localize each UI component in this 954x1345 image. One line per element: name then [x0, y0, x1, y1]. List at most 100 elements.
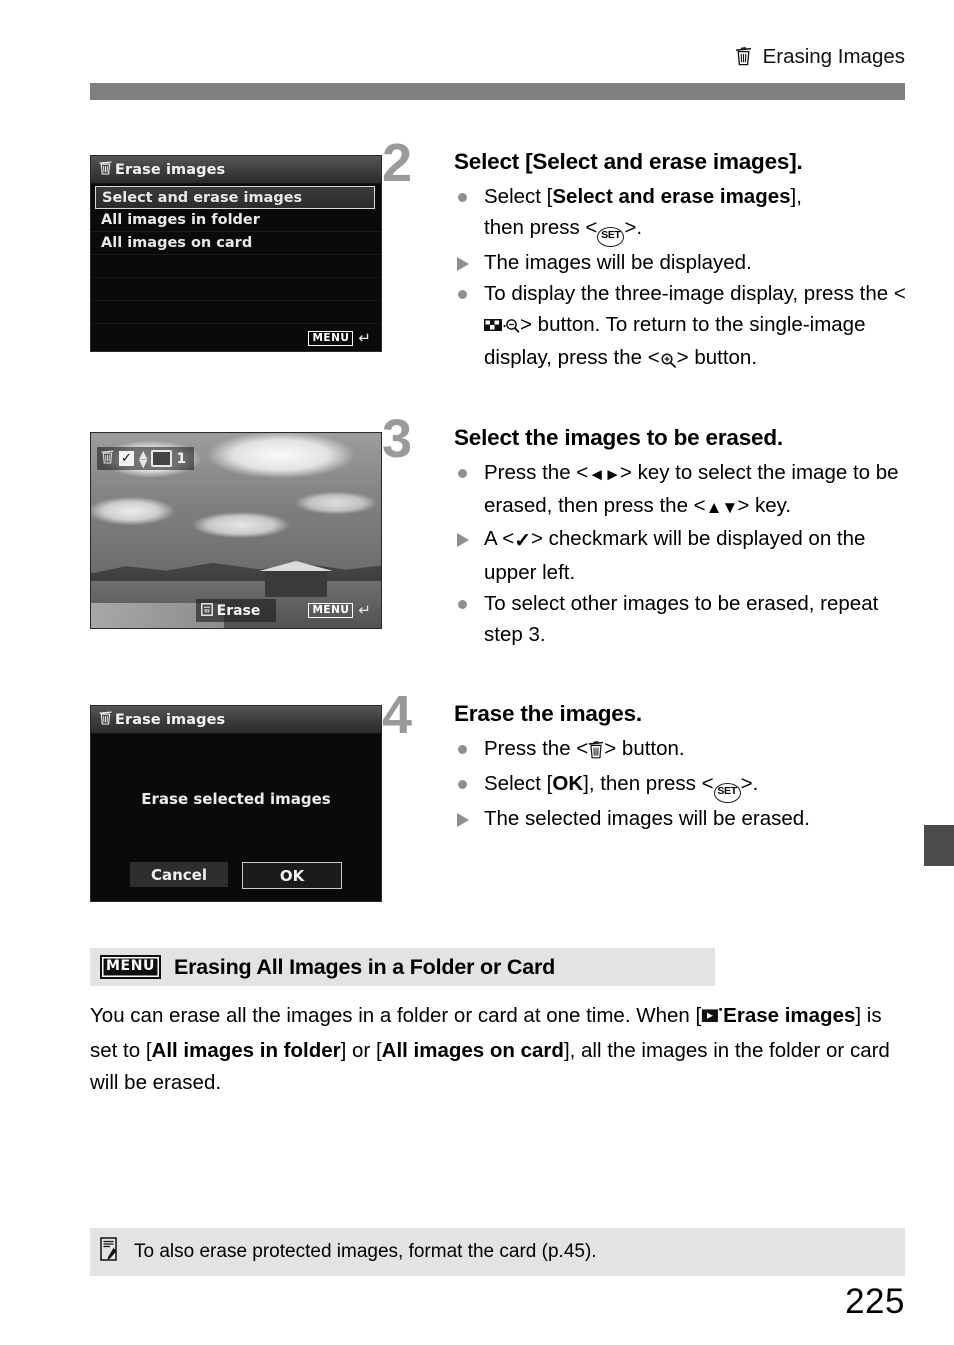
ok-button[interactable]: OK	[242, 862, 342, 889]
screen-titlebar: Erase images	[91, 706, 381, 734]
step-3: 3 Select the images to be erased. Press …	[382, 412, 916, 650]
checkmark-icon: ✓	[514, 530, 531, 552]
playback-menu-icon	[701, 1003, 723, 1035]
chapter-edge-tab	[924, 825, 954, 866]
screen-title: Erase images	[115, 161, 226, 178]
return-arrow-icon: ↵	[358, 601, 371, 619]
magnify-zoom-in-icon	[660, 346, 677, 377]
section-title: Erasing All Images in a Folder or Card	[173, 954, 556, 979]
menu-row-empty	[91, 255, 381, 278]
trash-icon	[101, 449, 114, 468]
menu-item-select-and-erase[interactable]: Select and erase images	[95, 186, 375, 209]
text-run-bold: All images in folder	[151, 1039, 341, 1062]
text-run: > checkmark will be displayed on the upp…	[484, 527, 866, 584]
menu-badge: MENU	[100, 955, 161, 979]
text-run: Select [	[484, 185, 553, 208]
bullet-item: The images will be displayed.	[454, 247, 916, 278]
text-run: Press the <	[484, 461, 589, 484]
text-run: > key.	[737, 494, 792, 517]
cancel-button[interactable]: Cancel	[130, 862, 228, 887]
text-run-bold: Erase images	[723, 1004, 856, 1027]
step-number: 4	[382, 685, 413, 745]
text-run-bold: Select and erase images	[552, 185, 791, 208]
step-bullet-list: Press the < > button. Select [OK], then p…	[454, 733, 916, 834]
step-4: 4 Erase the images. Press the < > button.…	[382, 688, 916, 834]
text-run: ],	[790, 185, 802, 208]
selection-overlay: ✓ ▲ ▼ 1	[97, 447, 195, 470]
text-run: then press <	[484, 216, 598, 239]
erase-button-icon	[200, 601, 213, 620]
text-run-bold: All images on card	[381, 1039, 564, 1062]
running-header: Erasing Images	[90, 44, 905, 73]
text-run-bold: OK	[552, 772, 584, 795]
menu-list: Select and erase images All images in fo…	[91, 184, 381, 324]
up-down-arrows-icon: ▲▼	[139, 447, 148, 470]
screen-titlebar: Erase images	[91, 156, 381, 184]
header-rule	[90, 83, 905, 100]
camera-screen-image-select: ✓ ▲ ▼ 1 Erase MENU ↵	[90, 432, 382, 629]
dialog-buttons: Cancel OK	[91, 862, 381, 889]
photo-footer: Erase MENU ↵	[91, 599, 381, 622]
text-run: Select [	[484, 772, 553, 795]
menu-badge: MENU	[308, 330, 354, 346]
bullet-item: To select other images to be erased, rep…	[454, 588, 916, 650]
step-number: 3	[382, 409, 413, 469]
bullet-item: Select [OK], then press < SET >.	[454, 768, 916, 803]
bullet-item: The selected images will be erased.	[454, 803, 916, 834]
erase-hint: Erase	[195, 599, 277, 622]
screen-footer: MENU ↵	[91, 325, 381, 351]
step-title: Select [Select and erase images].	[454, 149, 803, 174]
index-zoom-out-icon	[484, 311, 520, 342]
up-down-arrows-icon: ▲▼	[705, 498, 739, 517]
erase-label: Erase	[216, 602, 261, 619]
text-run: The selected images will be erased.	[484, 807, 810, 830]
bullet-item: To display the three-image display, pres…	[454, 278, 916, 377]
note-text: To also erase protected images, format t…	[134, 1241, 597, 1262]
text-run: ], then press <	[583, 772, 714, 795]
text-run: >.	[740, 772, 759, 795]
text-run: Press the <	[484, 737, 589, 760]
bullet-item: Select [Select and erase images], then p…	[454, 181, 916, 247]
text-run: To select other images to be erased, rep…	[484, 592, 879, 646]
left-right-arrows-icon: ◄►	[588, 465, 621, 484]
text-run: To display the three-image display, pres…	[484, 282, 906, 305]
trash-icon	[99, 710, 112, 729]
running-header-title: Erasing Images	[762, 45, 905, 68]
bullet-item: A <✓> checkmark will be displayed on the…	[454, 523, 916, 588]
camera-screen-erase-menu: Erase images Select and erase images All…	[90, 155, 382, 352]
text-run: ] or [	[340, 1039, 382, 1062]
step-2: 2 Select [Select and erase images]. Sele…	[382, 136, 916, 377]
photo-barn	[259, 560, 333, 597]
image-frame-icon	[151, 450, 173, 467]
section-heading: MENU Erasing All Images in a Folder or C…	[90, 948, 715, 986]
text-run: >.	[624, 216, 643, 239]
step-bullet-list: Select [Select and erase images], then p…	[454, 181, 916, 377]
photo-preview: ✓ ▲ ▼ 1 Erase MENU ↵	[91, 433, 381, 628]
trash-icon	[588, 737, 604, 768]
return-arrow-icon: ↵	[358, 328, 371, 347]
set-button-icon: SET	[597, 227, 625, 247]
dialog-message: Erase selected images	[141, 790, 331, 808]
text-run: > button.	[676, 346, 758, 369]
text-run: > button.	[604, 737, 685, 760]
menu-item-label: All images in folder	[101, 212, 260, 228]
menu-row-empty	[91, 301, 381, 324]
menu-item-label: All images on card	[101, 235, 253, 251]
page-number: 225	[845, 1282, 905, 1321]
menu-item-all-on-card[interactable]: All images on card	[91, 232, 381, 255]
step-title: Erase the images.	[454, 701, 642, 726]
menu-item-all-in-folder[interactable]: All images in folder	[91, 209, 381, 232]
screen-title: Erase images	[115, 711, 226, 728]
note-box: To also erase protected images, format t…	[90, 1228, 905, 1276]
selected-count: 1	[176, 450, 187, 467]
bullet-item: Press the < > button.	[454, 733, 916, 768]
bullet-item: Press the <◄►> key to select the image t…	[454, 457, 916, 523]
menu-item-label: Select and erase images	[102, 189, 303, 206]
camera-screen-erase-confirm: Erase images Erase selected images Cance…	[90, 705, 382, 902]
text-run: You can erase all the images in a folder…	[90, 1004, 702, 1027]
menu-badge: MENU	[308, 603, 354, 618]
step-title: Select the images to be erased.	[454, 425, 783, 450]
menu-row-empty	[91, 278, 381, 301]
note-pencil-icon	[100, 1236, 120, 1268]
trash-icon	[735, 46, 752, 73]
